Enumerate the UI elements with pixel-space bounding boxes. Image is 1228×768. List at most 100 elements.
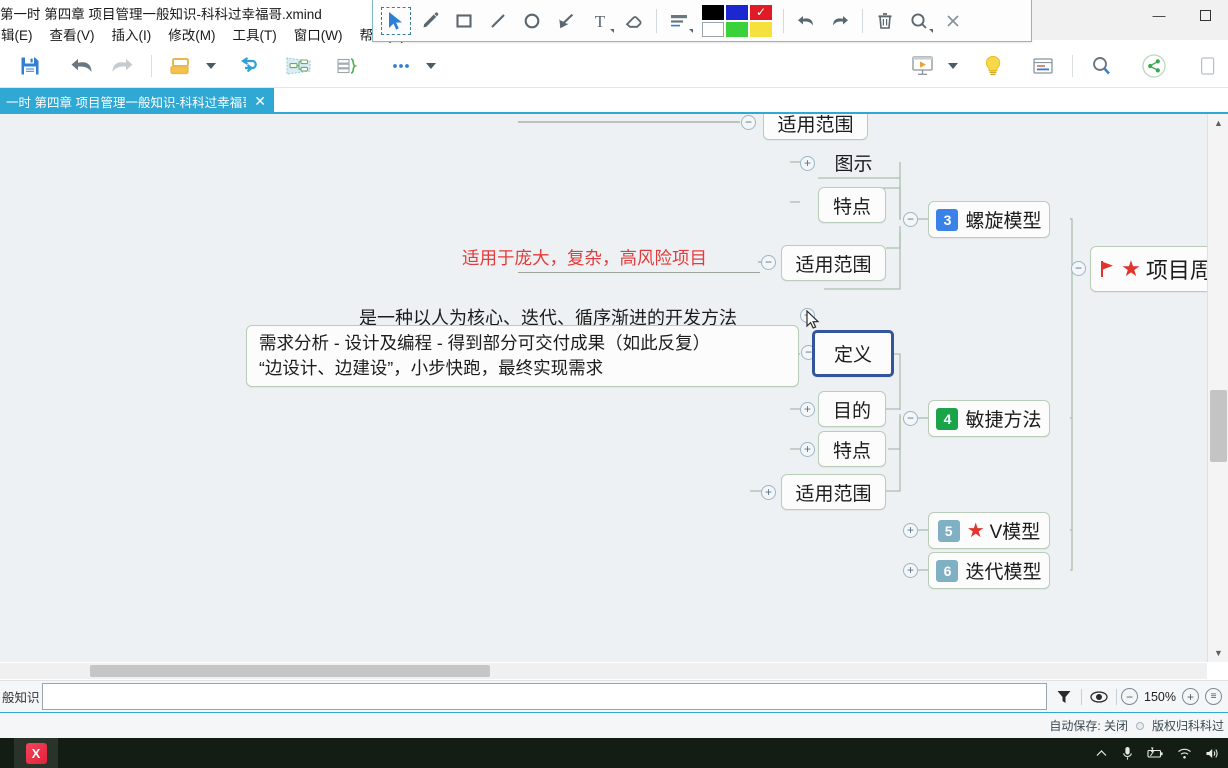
toggle-expand-v-model[interactable]: + bbox=[903, 523, 918, 538]
cursor-select-icon[interactable] bbox=[379, 5, 413, 37]
toggle-collapse-lifecycle[interactable]: − bbox=[1071, 261, 1086, 276]
swatch-white[interactable] bbox=[702, 21, 724, 37]
horizontal-scrollbar[interactable] bbox=[0, 663, 1207, 679]
more-caret-icon[interactable] bbox=[421, 47, 441, 85]
text-icon[interactable]: T bbox=[583, 5, 617, 37]
swatch-red[interactable] bbox=[750, 4, 772, 20]
node-diagram[interactable]: 图示 bbox=[826, 147, 881, 177]
toggle-expand-scope-agile[interactable]: + bbox=[761, 485, 776, 500]
node-spiral-model[interactable]: 3 螺旋模型 bbox=[928, 201, 1050, 238]
presentation-caret-icon[interactable] bbox=[943, 47, 963, 85]
wifi-icon[interactable] bbox=[1177, 747, 1192, 760]
annotation-toolbar: T bbox=[372, 0, 1032, 42]
node-features-agile[interactable]: 特点 bbox=[818, 431, 886, 467]
volume-icon[interactable] bbox=[1205, 747, 1220, 760]
undo-icon[interactable] bbox=[789, 5, 823, 37]
topic-edit-input[interactable] bbox=[41, 683, 1048, 710]
window-controls: — bbox=[1032, 0, 1228, 40]
label-spiral-scope-detail[interactable]: 适用于庞大，复杂，高风险项目 bbox=[462, 245, 707, 270]
line-weight-caret-icon[interactable] bbox=[689, 28, 693, 33]
structure-button[interactable] bbox=[231, 47, 271, 85]
node-agile-method[interactable]: 4 敏捷方法 bbox=[928, 400, 1050, 437]
more-button[interactable] bbox=[381, 47, 421, 85]
topic-style-caret-icon[interactable] bbox=[201, 47, 221, 85]
node-purpose[interactable]: 目的 bbox=[818, 391, 886, 427]
close-icon[interactable] bbox=[936, 5, 970, 37]
menu-view[interactable]: 查看(V) bbox=[49, 24, 96, 44]
scroll-down-icon[interactable]: ▼ bbox=[1208, 644, 1228, 662]
toggle-expand-diagram[interactable]: + bbox=[800, 156, 815, 171]
vertical-scrollbar[interactable]: ▲ ▼ bbox=[1207, 114, 1228, 662]
node-features-spiral[interactable]: 特点 bbox=[818, 187, 886, 223]
taskbar-app-xmind[interactable]: X bbox=[14, 738, 58, 768]
node-project-lifecycle[interactable]: ★ 项目周 bbox=[1090, 246, 1207, 292]
presentation-button[interactable] bbox=[903, 47, 943, 85]
eraser-icon[interactable] bbox=[617, 5, 651, 37]
save-button[interactable] bbox=[10, 47, 50, 85]
node-applicable-scope-spiral[interactable]: 适用范围 bbox=[781, 245, 886, 281]
node-applicable-scope-top[interactable]: 适用范围 bbox=[763, 114, 868, 140]
toggle-collapse-scope-spiral[interactable]: − bbox=[761, 255, 776, 270]
mindmap-canvas[interactable]: − 适用范围 + 图示 + 特点 − 适用范围 − 3 螺旋模型 适用于庞大，复… bbox=[0, 114, 1207, 662]
text-options-caret-icon[interactable] bbox=[610, 28, 614, 33]
toggle-expand-features-agile[interactable]: + bbox=[800, 442, 815, 457]
tab-document-active[interactable]: 一时 第四章 项目管理一般知识-科科过幸福哥 ✕ bbox=[0, 88, 274, 114]
maximize-button[interactable] bbox=[1182, 0, 1228, 30]
battery-icon[interactable] bbox=[1147, 747, 1164, 760]
breadcrumb[interactable]: 般知识 bbox=[0, 682, 42, 712]
node-label: 敏捷方法 bbox=[965, 410, 1042, 431]
profile-button[interactable] bbox=[1188, 47, 1228, 85]
redo-icon[interactable] bbox=[823, 5, 857, 37]
line-icon[interactable] bbox=[481, 5, 515, 37]
menu-edit[interactable]: 辑(E) bbox=[0, 24, 34, 44]
microphone-icon[interactable] bbox=[1121, 746, 1134, 761]
node-v-model[interactable]: 5 ★ V模型 bbox=[928, 512, 1050, 549]
node-applicable-scope-agile[interactable]: 适用范围 bbox=[781, 474, 886, 510]
node-iterative-model[interactable]: 6 迭代模型 bbox=[928, 552, 1050, 589]
zoom-fit-button[interactable]: ≡ bbox=[1205, 688, 1222, 705]
swatch-green[interactable] bbox=[726, 21, 748, 37]
swatch-black[interactable] bbox=[702, 4, 724, 20]
zoom-in-button[interactable]: + bbox=[1182, 688, 1199, 705]
menu-insert[interactable]: 插入(I) bbox=[111, 24, 153, 44]
swatch-blue[interactable] bbox=[726, 4, 748, 20]
brainstorm-button[interactable] bbox=[973, 47, 1013, 85]
ellipse-icon[interactable] bbox=[515, 5, 549, 37]
toggle-expand-iterative[interactable]: + bbox=[903, 563, 918, 578]
outline-button[interactable] bbox=[327, 47, 367, 85]
search-button[interactable] bbox=[1082, 47, 1122, 85]
toggle-expand-features-spiral[interactable]: + bbox=[800, 308, 815, 323]
zoom-caret-icon[interactable] bbox=[929, 28, 933, 33]
line-weight-icon[interactable] bbox=[662, 5, 696, 37]
chevron-up-icon[interactable] bbox=[1095, 747, 1108, 760]
node-definition[interactable]: 定义 bbox=[812, 330, 894, 377]
zoom-icon[interactable] bbox=[902, 5, 936, 37]
eye-icon[interactable] bbox=[1086, 684, 1112, 710]
redo-button[interactable] bbox=[102, 47, 142, 85]
map-shape-button[interactable] bbox=[279, 47, 319, 85]
pencil-icon[interactable] bbox=[413, 5, 447, 37]
swatch-yellow[interactable] bbox=[750, 21, 772, 37]
toggle-collapse-spiral[interactable]: − bbox=[903, 212, 918, 227]
topic-style-button[interactable] bbox=[161, 47, 201, 85]
delete-icon[interactable] bbox=[868, 5, 902, 37]
menu-modify[interactable]: 修改(M) bbox=[167, 24, 216, 44]
node-agile-definition-detail[interactable]: 需求分析 - 设计及编程 - 得到部分可交付成果（如此反复） “边设计、边建设”… bbox=[246, 325, 799, 387]
menu-tools[interactable]: 工具(T) bbox=[232, 24, 278, 44]
menu-window[interactable]: 窗口(W) bbox=[293, 24, 344, 44]
undo-button[interactable] bbox=[62, 47, 102, 85]
minimize-button[interactable]: — bbox=[1136, 0, 1182, 30]
vertical-scroll-thumb[interactable] bbox=[1210, 390, 1227, 462]
toggle-expand-purpose[interactable]: + bbox=[800, 402, 815, 417]
tab-close-icon[interactable]: ✕ bbox=[254, 94, 266, 108]
toggle-collapse-agile[interactable]: − bbox=[903, 411, 918, 426]
share-button[interactable] bbox=[1134, 47, 1174, 85]
arrow-icon[interactable] bbox=[549, 5, 583, 37]
scroll-up-icon[interactable]: ▲ bbox=[1208, 114, 1228, 132]
notes-button[interactable] bbox=[1023, 47, 1063, 85]
toggle-collapse-scope-top[interactable]: − bbox=[741, 115, 756, 130]
rectangle-icon[interactable] bbox=[447, 5, 481, 37]
horizontal-scroll-thumb[interactable] bbox=[90, 665, 490, 677]
filter-icon[interactable] bbox=[1051, 684, 1077, 710]
zoom-out-button[interactable]: − bbox=[1121, 688, 1139, 705]
